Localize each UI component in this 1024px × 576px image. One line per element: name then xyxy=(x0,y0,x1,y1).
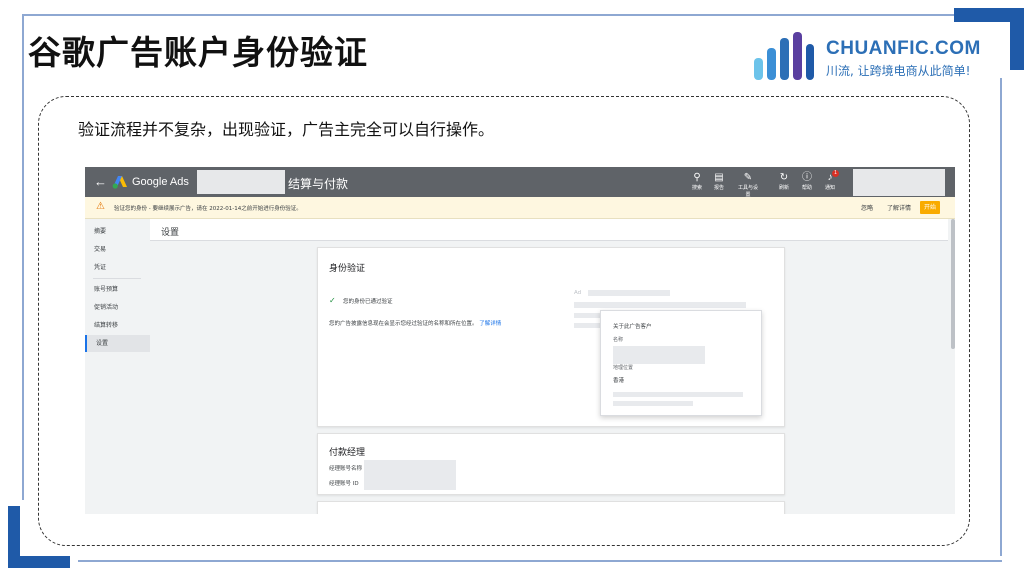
advertiser-info-popup: 关于此广告客户 名称 地理位置 香港 xyxy=(600,310,762,416)
nav-item-transactions[interactable]: 交易 xyxy=(85,241,150,258)
learn-more-link[interactable]: 了解详情 xyxy=(479,321,501,327)
section-title: 结算与付款 xyxy=(288,177,349,191)
refresh-icon: ↻ xyxy=(779,172,789,183)
placeholder-bar xyxy=(613,401,693,406)
learn-more-link[interactable]: 了解详情 xyxy=(887,203,911,212)
placeholder-bar xyxy=(574,302,746,308)
manager-name-label: 经理账号名称 xyxy=(329,466,363,472)
wrench-icon: ✎ xyxy=(743,172,753,183)
frame-line xyxy=(22,14,24,500)
back-arrow-icon[interactable]: ← xyxy=(94,174,107,189)
nav-item-documents[interactable]: 凭证 xyxy=(85,259,150,276)
name-label: 名称 xyxy=(613,337,624,343)
manager-id-label: 经理账号 ID xyxy=(329,481,359,487)
dismiss-button[interactable]: 忽略 xyxy=(861,203,873,212)
toolbar-tools-button[interactable]: ✎ 工具与设置 xyxy=(736,172,760,199)
warning-icon: ⚠ xyxy=(96,201,105,212)
page-title: 设置 xyxy=(161,228,180,238)
nav-item-settings[interactable]: 设置 xyxy=(85,335,150,352)
identity-verification-card: 身份验证 ✓ 您的身份已通过验证 您的广告披露信息现在会显示您经过验证的名称和所… xyxy=(317,247,785,427)
brand-slogan: 川流, 让跨境电商从此简单! xyxy=(826,64,971,78)
slide-title: 谷歌广告账户身份验证 xyxy=(28,33,368,72)
check-icon: ✓ xyxy=(329,296,336,305)
placeholder-bar xyxy=(588,290,670,296)
frame-line xyxy=(1000,78,1002,556)
user-account-area[interactable] xyxy=(853,169,945,196)
page-header: 设置 xyxy=(150,219,948,241)
account-selector[interactable] xyxy=(197,170,285,194)
toolbar-report-button[interactable]: ▤ 报告 xyxy=(707,172,731,192)
search-icon: ⚲ xyxy=(693,172,701,183)
next-card xyxy=(317,501,785,514)
app-name: Google Ads xyxy=(132,176,189,188)
nav-item-promotions[interactable]: 促销活动 xyxy=(85,299,150,316)
ads-header: ← Google Ads 结算与付款 ⚲ 搜索 ▤ 报告 ✎ 工具与设置 ↻ 刷… xyxy=(85,167,955,199)
verified-status: 您的身份已通过验证 xyxy=(343,299,393,305)
toolbar-help-button[interactable]: ⓘ 帮助 xyxy=(795,172,819,192)
nav-item-billing-transfer[interactable]: 结算转移 xyxy=(85,317,150,334)
brand-logo: CHUANFIC.COM 川流, 让跨境电商从此简单! xyxy=(752,26,984,84)
alert-text: 验证您的身份 - 要继续展示广告，请在 2022-01-14之前开始进行身份验证… xyxy=(114,206,302,212)
toolbar-search-button[interactable]: ⚲ 搜索 xyxy=(685,172,709,192)
card-title: 身份验证 xyxy=(329,264,366,274)
nav-item-summary[interactable]: 摘要 xyxy=(85,223,150,240)
nav-divider xyxy=(93,278,141,279)
intro-text: 验证流程并不复杂，出现验证，广告主完全可以自行操作。 xyxy=(78,120,495,139)
help-icon: ⓘ xyxy=(802,172,812,183)
billing-nav: 摘要 交易 凭证 账号预算 促销活动 结算转移 设置 xyxy=(85,219,150,514)
brand-bars-icon xyxy=(754,32,814,80)
main-content: 设置 身份验证 ✓ 您的身份已通过验证 您的广告披露信息现在会显示您经过验证的名… xyxy=(150,219,948,514)
frame-line xyxy=(22,14,960,16)
manager-info-placeholder xyxy=(364,460,456,490)
toolbar-refresh-button[interactable]: ↻ 刷新 xyxy=(772,172,796,192)
location-label: 地理位置 xyxy=(613,365,634,371)
frame-line xyxy=(78,560,1002,562)
start-button[interactable]: 开始 xyxy=(920,201,940,214)
ad-label: Ad xyxy=(574,290,582,296)
card-title: 付款经理 xyxy=(329,448,366,458)
nav-item-account-budget[interactable]: 账号预算 xyxy=(85,281,150,298)
verification-desc: 您的广告披露信息现在会显示您经过验证的名称和所在位置。 了解详情 xyxy=(329,321,502,327)
placeholder-bar xyxy=(613,392,743,397)
location-value: 香港 xyxy=(613,378,625,384)
notification-badge: 1 xyxy=(832,170,839,177)
popup-heading: 关于此广告客户 xyxy=(613,324,652,330)
name-value-placeholder xyxy=(613,346,705,364)
report-icon: ▤ xyxy=(714,172,724,183)
google-ads-logo-icon xyxy=(112,176,127,189)
brand-name: CHUANFIC.COM xyxy=(826,38,981,59)
scrollbar[interactable] xyxy=(951,219,955,349)
verification-alert-bar: ⚠ 验证您的身份 - 要继续展示广告，请在 2022-01-14之前开始进行身份… xyxy=(85,197,955,219)
toolbar-notification-button[interactable]: ♪ 通知 1 xyxy=(818,170,842,192)
payment-manager-card: 付款经理 经理账号名称 经理账号 ID xyxy=(317,433,785,495)
google-ads-screenshot: ← Google Ads 结算与付款 ⚲ 搜索 ▤ 报告 ✎ 工具与设置 ↻ 刷… xyxy=(85,167,955,514)
